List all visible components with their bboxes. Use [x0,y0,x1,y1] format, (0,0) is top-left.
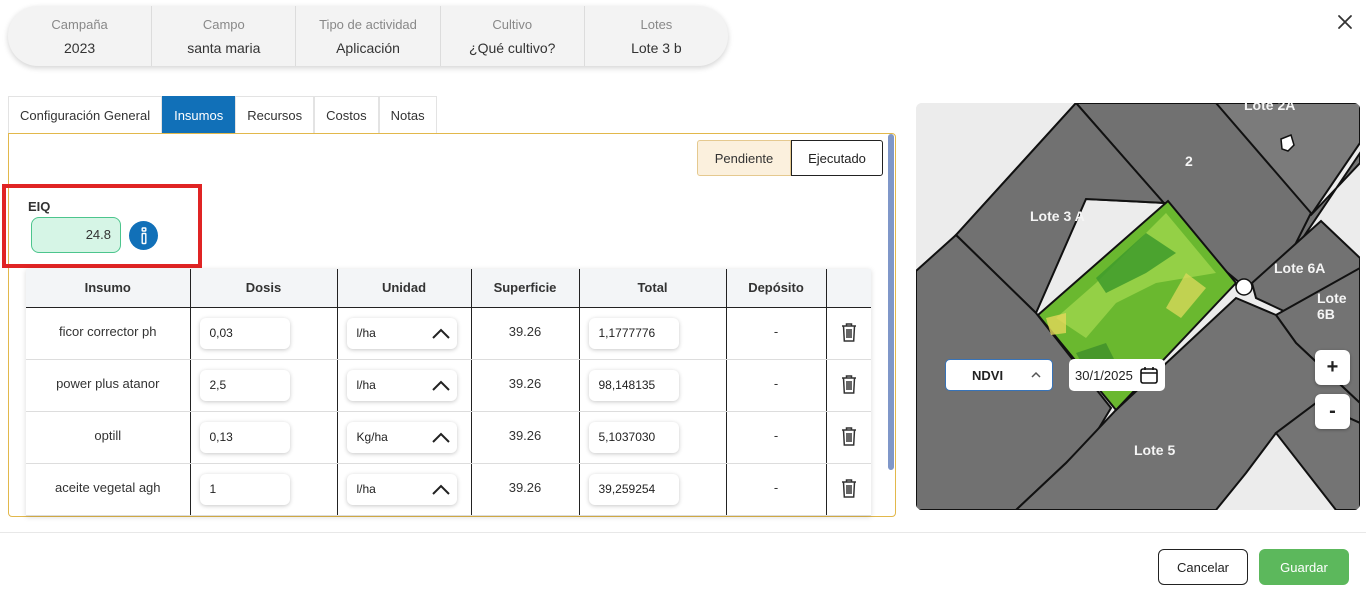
map-date-value: 30/1/2025 [1075,367,1133,383]
map-layer-value: NDVI [972,367,1004,383]
summary-value: Aplicación [336,39,400,56]
tab-bar: Configuración General Insumos Recursos C… [8,96,437,133]
tab-notes[interactable]: Notas [378,96,437,133]
total-input[interactable]: 5,1037030 [588,421,679,453]
map-date-picker[interactable]: 30/1/2025 [1069,359,1165,391]
unit-select-value: Kg/ha [356,429,388,444]
dose-input[interactable]: 1 [199,473,290,505]
summary-label: Tipo de actividad [319,16,417,32]
total-input[interactable]: 1,1777776 [588,317,679,349]
tab-inputs[interactable]: Insumos [162,96,236,133]
map-label: Lote 6A [1274,260,1326,276]
chevron-up-icon [431,328,450,339]
trash-icon[interactable] [841,374,857,397]
zoom-in-button[interactable]: + [1315,350,1350,385]
map-junction [1235,278,1253,296]
dose-input[interactable]: 0,03 [199,317,290,349]
summary-label: Lotes [640,16,673,32]
save-button[interactable]: Guardar [1259,549,1349,585]
table-row: ficor corrector ph 0,03 l/ha 39.26 1,177… [26,307,871,360]
footer-divider [0,532,1366,533]
col-header-deposito: Depósito [726,269,827,308]
activity-summary: Campaña 2023 Campo santa maria Tipo de a… [8,6,728,66]
executed-button[interactable]: Ejecutado [791,140,883,176]
table-row: power plus atanor 2,5 l/ha 39.26 98,1481… [26,359,871,412]
calendar-icon [1140,367,1158,384]
zoom-out-button[interactable]: - [1315,394,1350,429]
summary-value: Lote 3 b [631,39,682,56]
info-icon[interactable] [129,221,158,250]
deposit-cell: - [726,359,827,412]
col-header-superficie: Superficie [471,269,580,308]
surface-cell: 39.26 [471,307,580,360]
summary-value: 2023 [64,39,96,56]
summary-label: Cultivo [492,16,533,32]
table-row: aceite vegetal agh 1 l/ha 39.26 39,25925… [26,463,871,516]
eiq-value-field[interactable]: 24.8 [31,217,121,253]
map-layer-select[interactable]: NDVI [945,359,1053,391]
map-label: Lote 6B [1317,290,1347,322]
chevron-up-icon [431,484,450,495]
trash-icon[interactable] [841,322,857,345]
summary-field: Campo santa maria [152,6,297,66]
col-header-actions [826,269,871,308]
col-header-dosis: Dosis [190,269,338,308]
table-row: optill 0,13 Kg/ha 39.26 5,1037030 - [26,411,871,464]
unit-select-value: l/ha [356,481,376,496]
close-icon[interactable] [1334,11,1356,33]
unit-select-value: l/ha [356,377,376,392]
total-input[interactable]: 39,259254 [588,473,679,505]
col-header-unidad: Unidad [337,269,472,308]
map-label: 2 [1185,153,1193,169]
total-input[interactable]: 98,148135 [588,369,679,401]
inputs-table: Insumo Dosis Unidad Superficie Total Dep… [26,269,871,516]
unit-select[interactable]: l/ha [346,369,457,401]
unit-select[interactable]: l/ha [346,473,457,505]
eiq-label: EIQ [28,199,51,214]
insumo-cell: power plus atanor [26,359,191,412]
surface-cell: 39.26 [471,359,580,412]
map-label: Lote 3 A [1030,208,1085,224]
surface-cell: 39.26 [471,463,580,516]
summary-label: Campo [202,16,245,32]
summary-value: santa maria [187,39,261,56]
summary-campaign: Campaña 2023 [8,6,153,66]
chevron-up-icon [1031,371,1041,378]
cancel-button[interactable]: Cancelar [1158,549,1248,585]
summary-activity-type: Tipo de actividad Aplicación [296,6,441,66]
tab-general-config[interactable]: Configuración General [8,96,163,133]
col-header-total: Total [579,269,727,308]
map-label: Lote 5 [1134,442,1176,458]
lot-map[interactable]: Lote 2A 2 Lote 3 A Lote 6A Lote 6B Lote … [916,103,1360,510]
insumo-cell: optill [26,411,191,464]
summary-crop: Cultivo ¿Qué cultivo? [441,6,585,66]
chevron-up-icon [431,380,450,391]
insumo-cell: aceite vegetal agh [26,463,191,516]
summary-value: ¿Qué cultivo? [469,39,556,56]
deposit-cell: - [726,463,827,516]
deposit-cell: - [726,411,827,464]
trash-icon[interactable] [841,478,857,501]
pending-button[interactable]: Pendiente [697,140,791,176]
tab-resources[interactable]: Recursos [235,96,315,133]
panel-scrollbar[interactable] [888,134,894,470]
status-toggle: Pendiente Ejecutado [697,140,883,176]
trash-icon[interactable] [841,426,857,449]
insumo-cell: ficor corrector ph [26,307,191,360]
chevron-up-icon [431,432,450,443]
summary-lots: Lotes Lote 3 b [585,6,728,66]
dose-input[interactable]: 2,5 [199,369,290,401]
dose-input[interactable]: 0,13 [199,421,290,453]
surface-cell: 39.26 [471,411,580,464]
table-header-row: Insumo Dosis Unidad Superficie Total Dep… [26,269,871,308]
deposit-cell: - [726,307,827,360]
unit-select[interactable]: Kg/ha [346,421,457,453]
map-label: Lote 2A [1244,103,1296,113]
unit-select-value: l/ha [356,325,376,340]
summary-label: Campaña [51,16,108,32]
unit-select[interactable]: l/ha [346,317,457,349]
tab-costs[interactable]: Costos [314,96,379,133]
col-header-insumo: Insumo [26,269,191,308]
